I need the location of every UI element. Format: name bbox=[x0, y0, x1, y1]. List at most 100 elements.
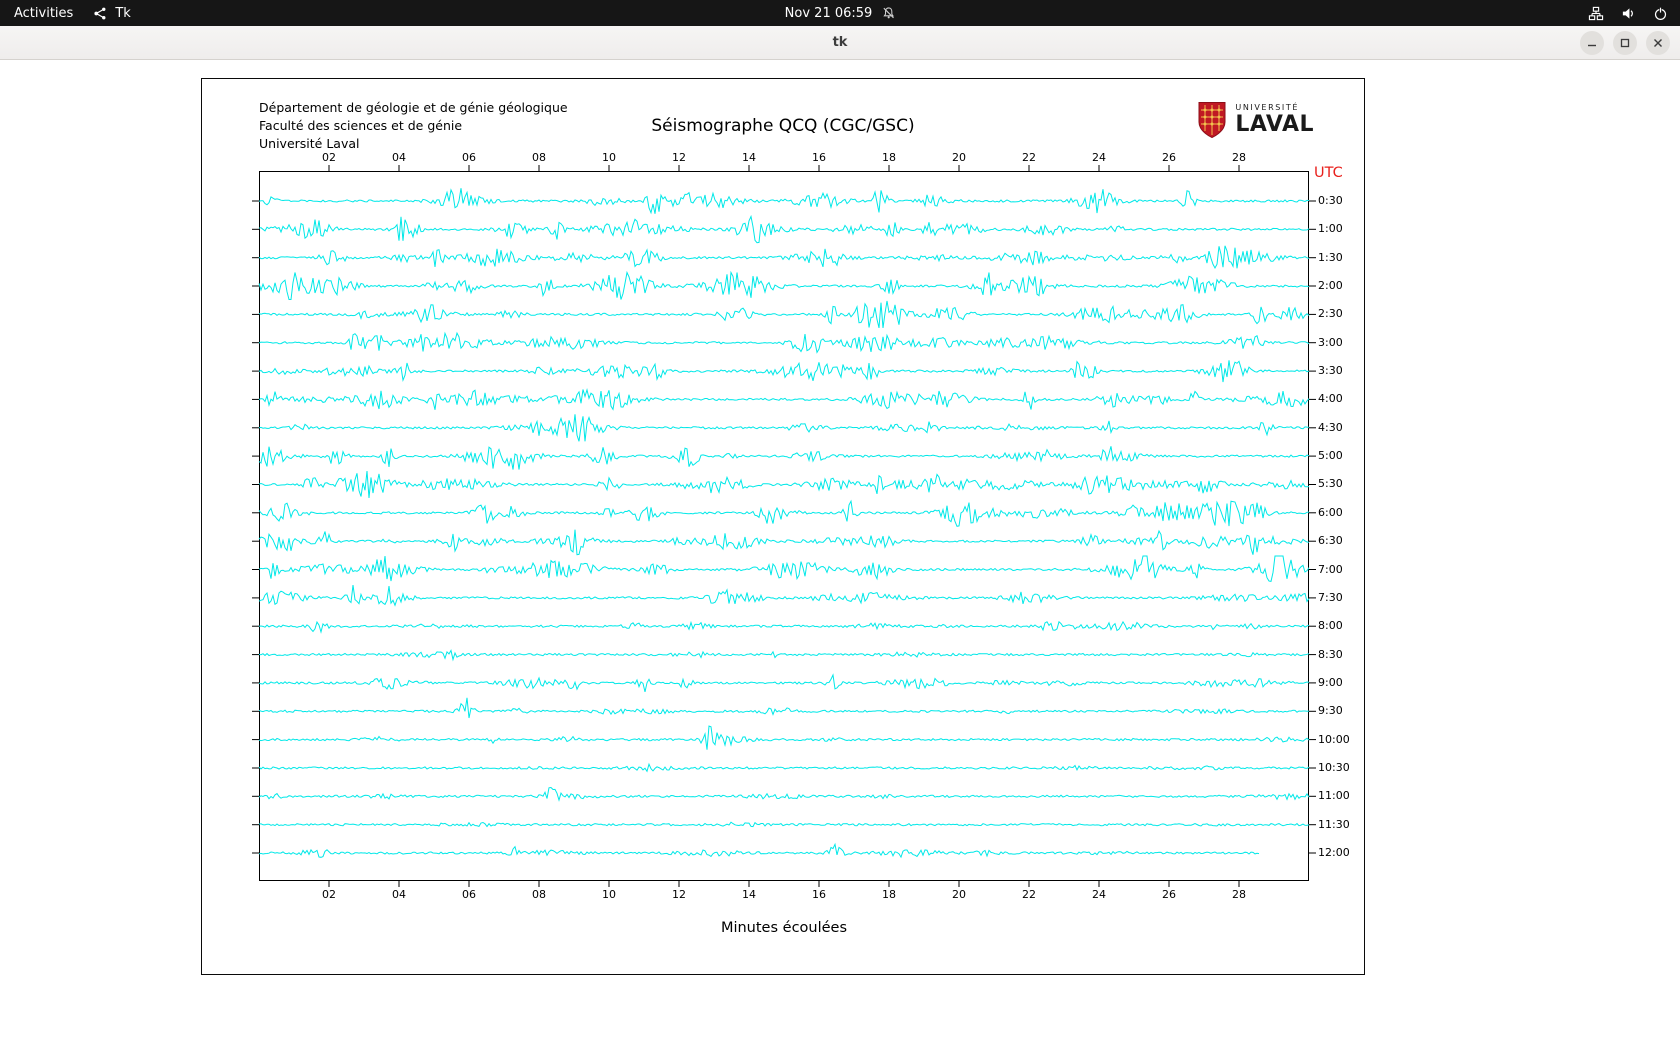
xtick-label-bottom: 26 bbox=[1162, 888, 1176, 901]
xtick-label-bottom: 16 bbox=[812, 888, 826, 901]
seismogram-trace bbox=[258, 470, 1310, 499]
network-icon[interactable] bbox=[1588, 6, 1604, 21]
row-time-label: 1:30 bbox=[1318, 250, 1343, 264]
plot-title: Séismographe QCQ (CGC/GSC) bbox=[651, 116, 915, 136]
xtick-label-bottom: 24 bbox=[1092, 888, 1106, 901]
row-time-label: 0:30 bbox=[1318, 194, 1343, 207]
xtick-label-top: 28 bbox=[1232, 151, 1246, 164]
seismogram-trace bbox=[258, 414, 1310, 442]
xtick-label-bottom: 10 bbox=[602, 888, 616, 901]
activities-label: Activities bbox=[14, 5, 74, 21]
seismogram-trace bbox=[258, 762, 1310, 773]
row-time-label: 8:00 bbox=[1318, 619, 1343, 633]
laval-shield-icon bbox=[1198, 102, 1226, 139]
power-icon[interactable] bbox=[1653, 6, 1668, 21]
seismogram-trace bbox=[258, 555, 1310, 582]
seismogram-trace bbox=[258, 270, 1310, 300]
app-menu-label: Tk bbox=[115, 5, 131, 21]
row-time-label: 9:00 bbox=[1318, 675, 1343, 689]
row-time-label: 3:30 bbox=[1318, 364, 1343, 378]
seismogram-trace bbox=[258, 673, 1310, 693]
row-time-label: 10:30 bbox=[1318, 760, 1350, 774]
seismograph-canvas: Département de géologie et de génie géol… bbox=[201, 78, 1365, 975]
row-time-label: 7:00 bbox=[1318, 562, 1343, 576]
close-button[interactable] bbox=[1646, 31, 1670, 55]
gnome-top-bar: Activities Tk Nov 21 06:59 bbox=[0, 0, 1680, 26]
xtick-label-bottom: 22 bbox=[1022, 888, 1036, 901]
row-time-label: 3:00 bbox=[1318, 335, 1343, 349]
seismogram-trace bbox=[258, 387, 1310, 411]
xtick-label-bottom: 18 bbox=[882, 888, 896, 901]
tk-window-content: Département de géologie et de génie géol… bbox=[0, 60, 1680, 1050]
clock-menu[interactable]: Nov 21 06:59 bbox=[785, 0, 896, 26]
xtick-label-bottom: 14 bbox=[742, 888, 756, 901]
xtick-label-bottom: 28 bbox=[1232, 888, 1246, 901]
seismogram-trace bbox=[258, 214, 1310, 244]
row-time-label: 5:00 bbox=[1318, 449, 1343, 463]
seismogram-trace bbox=[258, 188, 1310, 215]
universite-laval-logo: UNIVERSITÉ LAVAL bbox=[1197, 101, 1314, 139]
window-title-bar[interactable]: tk bbox=[0, 26, 1680, 60]
activities-button[interactable]: Activities bbox=[14, 0, 73, 26]
seismogram-trace bbox=[258, 331, 1310, 354]
xtick-label-top: 24 bbox=[1092, 151, 1106, 164]
seismogram-trace bbox=[258, 649, 1310, 662]
row-time-label: 12:00 bbox=[1318, 846, 1350, 859]
institution-line-1: Département de géologie et de génie géol… bbox=[259, 100, 568, 115]
seismogram-trace bbox=[258, 821, 1310, 828]
row-time-label: 4:30 bbox=[1318, 420, 1343, 434]
row-time-label: 7:30 bbox=[1318, 590, 1343, 604]
volume-icon[interactable] bbox=[1621, 6, 1636, 21]
seismogram-trace bbox=[258, 842, 1260, 859]
xtick-label-top: 14 bbox=[742, 151, 756, 164]
seismogram-trace bbox=[258, 786, 1310, 802]
utc-label: UTC bbox=[1314, 165, 1343, 181]
tk-app-icon bbox=[93, 6, 108, 21]
row-time-label: 5:30 bbox=[1318, 477, 1343, 491]
row-time-label: 11:30 bbox=[1318, 817, 1350, 831]
row-time-label: 8:30 bbox=[1318, 647, 1343, 661]
row-time-label: 1:00 bbox=[1318, 222, 1343, 236]
xtick-label-bottom: 04 bbox=[392, 888, 406, 901]
xtick-label-bottom: 20 bbox=[952, 888, 966, 901]
seismogram-trace bbox=[258, 725, 1310, 750]
seismogram-trace bbox=[258, 300, 1310, 329]
logo-universite-text: UNIVERSITÉ bbox=[1235, 103, 1300, 112]
row-time-label: 9:30 bbox=[1318, 704, 1343, 718]
xtick-label-top: 26 bbox=[1162, 151, 1176, 164]
app-menu[interactable]: Tk bbox=[93, 0, 131, 26]
xtick-label-top: 18 bbox=[882, 151, 896, 164]
maximize-button[interactable] bbox=[1613, 31, 1637, 55]
seismogram-trace bbox=[258, 585, 1310, 607]
seismogram-trace bbox=[258, 697, 1310, 719]
seismogram-plot bbox=[252, 165, 1316, 887]
xtick-label-bottom: 12 bbox=[672, 888, 686, 901]
row-time-label: 4:00 bbox=[1318, 392, 1343, 406]
row-time-label: 6:00 bbox=[1318, 505, 1343, 519]
clock-label: Nov 21 06:59 bbox=[784, 5, 873, 21]
window-title: tk bbox=[832, 35, 848, 50]
minimize-button[interactable] bbox=[1580, 31, 1604, 55]
x-axis-title: Minutes écoulées bbox=[720, 920, 848, 936]
row-time-label: 11:00 bbox=[1318, 789, 1350, 803]
xtick-label-top: 10 bbox=[602, 151, 616, 164]
logo-laval-text: LAVAL bbox=[1235, 112, 1314, 137]
seismogram-trace bbox=[258, 529, 1310, 556]
seismogram-trace bbox=[258, 620, 1310, 634]
xtick-label-top: 12 bbox=[672, 151, 686, 164]
row-time-label: 2:30 bbox=[1318, 307, 1343, 321]
seismogram-trace bbox=[258, 360, 1310, 383]
seismogram-trace bbox=[258, 446, 1310, 470]
xtick-label-top: 20 bbox=[952, 151, 966, 164]
institution-line-3: Université Laval bbox=[259, 136, 360, 152]
xtick-label-bottom: 02 bbox=[322, 888, 336, 901]
seismogram-trace bbox=[258, 499, 1310, 527]
xtick-label-top: 22 bbox=[1022, 151, 1036, 164]
row-time-label: 10:00 bbox=[1318, 732, 1350, 746]
row-time-label: 6:30 bbox=[1318, 534, 1343, 548]
notifications-muted-icon bbox=[881, 6, 895, 20]
xtick-label-bottom: 08 bbox=[532, 888, 546, 901]
xtick-label-top: 16 bbox=[812, 151, 826, 164]
seismogram-trace bbox=[258, 245, 1310, 270]
xtick-label-bottom: 06 bbox=[462, 888, 476, 901]
